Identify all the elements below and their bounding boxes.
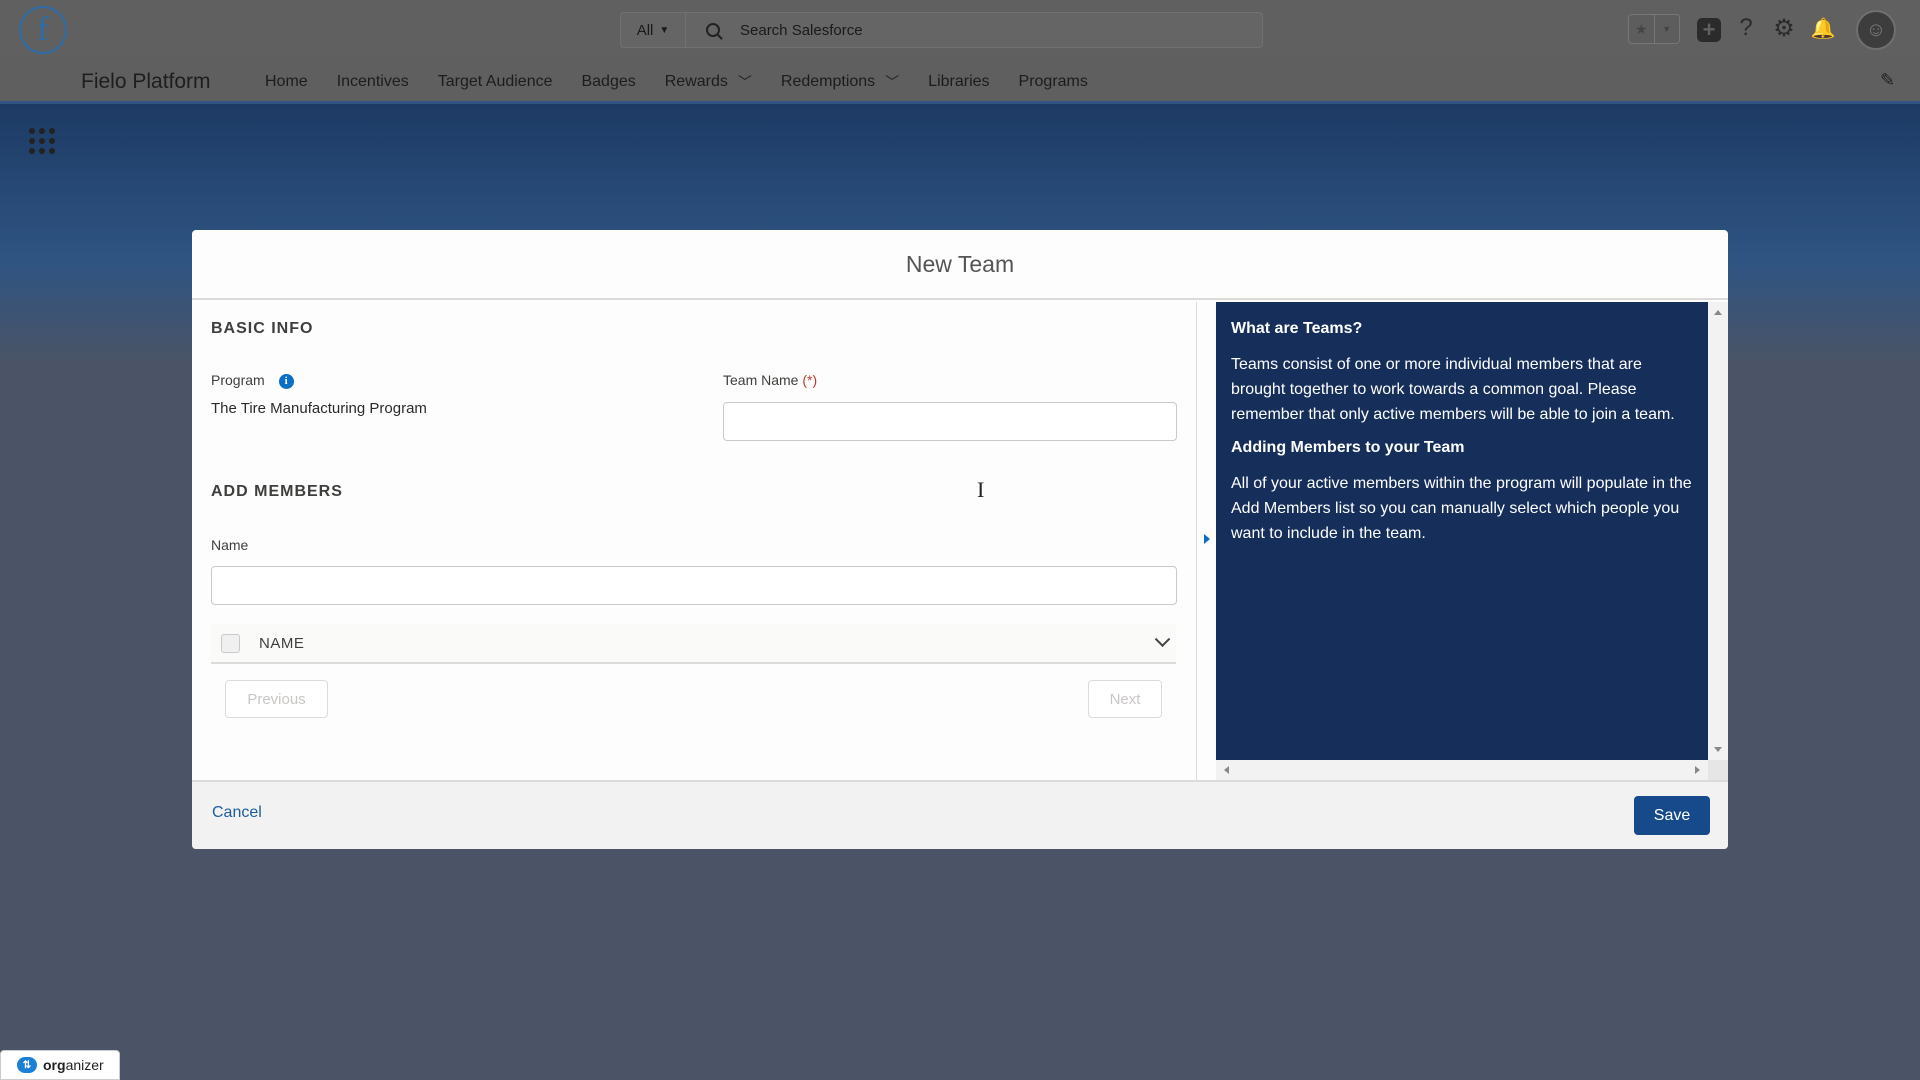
cancel-link[interactable]: Cancel (212, 804, 262, 822)
add-members-heading: ADD MEMBERS (211, 483, 343, 500)
app-navigation-bar: Fielo Platform Home Incentives Target Au… (0, 58, 1920, 154)
program-label: Program i (211, 372, 294, 389)
team-name-label-text: Team Name (723, 372, 799, 388)
nav-items: Home Incentives Target Audience Badges R… (265, 72, 1117, 92)
chevron-down-icon[interactable]: ﹀ (885, 72, 899, 92)
members-table-header: NAME (211, 624, 1176, 664)
nav-item-libraries[interactable]: Libraries (928, 73, 989, 91)
scroll-up-arrow-icon[interactable] (1714, 310, 1722, 315)
previous-button[interactable]: Previous (225, 680, 328, 718)
help-paragraph-adding-members: All of your active members within the pr… (1231, 475, 1692, 542)
chevron-down-icon[interactable]: ﹀ (738, 72, 752, 92)
select-all-checkbox[interactable] (221, 633, 240, 653)
organizer-label-bold: org (43, 1057, 66, 1073)
nav-item-home[interactable]: Home (265, 73, 308, 91)
organizer-logo-icon: ⇅ (17, 1057, 37, 1073)
name-filter-label: Name (211, 537, 249, 553)
program-label-text: Program (211, 372, 265, 388)
vertical-scrollbar[interactable] (1708, 302, 1728, 760)
nav-item-label: Redemptions (780, 73, 876, 90)
basic-info-heading: BASIC INFO (211, 320, 314, 337)
required-indicator: (*) (802, 372, 818, 388)
help-icon[interactable]: ? (1732, 14, 1760, 42)
nav-item-rewards[interactable]: Rewards ﹀ (665, 72, 752, 92)
nav-item-incentives[interactable]: Incentives (337, 73, 409, 91)
scroll-down-arrow-icon[interactable] (1714, 747, 1722, 752)
bell-icon[interactable]: 🔔 (1809, 14, 1837, 42)
nav-item-target-audience[interactable]: Target Audience (438, 73, 553, 91)
nav-item-label: Home (265, 73, 308, 90)
scroll-left-arrow-icon[interactable] (1224, 766, 1229, 774)
scrollbar-corner (1708, 760, 1728, 780)
nav-item-label: Libraries (928, 73, 990, 90)
app-name: Fielo Platform (81, 70, 211, 93)
program-value: The Tire Manufacturing Program (211, 400, 427, 417)
nav-item-redemptions[interactable]: Redemptions ﹀ (781, 72, 899, 92)
organizer-badge[interactable]: ⇅ organizer (0, 1050, 120, 1080)
modal-title: New Team (905, 250, 1015, 277)
team-name-label: Team Name (*) (723, 372, 817, 388)
app-launcher-icon[interactable] (29, 128, 55, 154)
nav-item-label: Target Audience (437, 73, 553, 90)
help-paragraph-teams: Teams consist of one or more individual … (1231, 356, 1675, 423)
chevron-down-icon[interactable] (1154, 630, 1171, 647)
info-icon[interactable]: i (278, 373, 294, 389)
favorites-group: ★ ▼ (1628, 14, 1680, 44)
modal-header: New Team (192, 230, 1728, 300)
organizer-label: organizer (43, 1057, 104, 1073)
scroll-right-arrow-icon[interactable] (1695, 766, 1700, 774)
modal-footer: Cancel Save (192, 780, 1728, 849)
fielo-logo[interactable]: f (19, 6, 67, 54)
organizer-label-rest: anizer (65, 1057, 104, 1073)
favorites-dropdown-icon[interactable]: ▼ (1653, 15, 1680, 43)
nav-item-label: Programs (1018, 73, 1088, 90)
column-header-name[interactable]: NAME (259, 635, 304, 652)
gear-icon[interactable]: ⚙ (1770, 14, 1798, 42)
expand-arrow-icon[interactable] (1204, 534, 1210, 544)
star-icon[interactable]: ★ (1629, 15, 1654, 43)
help-panel: What are Teams? Teams consist of one or … (1216, 302, 1708, 760)
edit-nav-pencil-icon[interactable]: ✎ (1880, 70, 1895, 91)
next-button[interactable]: Next (1088, 680, 1162, 718)
global-actions-plus-icon[interactable]: + (1697, 17, 1721, 42)
search-icon (706, 23, 720, 37)
search-scope-select[interactable]: All ▼ (620, 12, 686, 48)
help-heading-adding-members: Adding Members to your Team (1231, 439, 1465, 456)
nav-item-badges[interactable]: Badges (581, 73, 635, 91)
search-placeholder: Search Salesforce (740, 21, 863, 39)
member-name-search-input[interactable] (211, 566, 1177, 605)
search-scope-label: All (636, 21, 654, 39)
nav-item-programs[interactable]: Programs (1019, 73, 1088, 91)
team-name-input[interactable] (723, 402, 1177, 441)
nav-item-label: Incentives (336, 73, 409, 90)
avatar[interactable]: ☺ (1856, 10, 1896, 50)
help-heading-teams: What are Teams? (1231, 320, 1363, 337)
chevron-down-icon: ▼ (659, 24, 670, 36)
team-form: BASIC INFO Program i The Tire Manufacturi… (192, 302, 1196, 780)
text-cursor-icon: I (977, 477, 985, 502)
nav-item-label: Rewards (664, 73, 728, 90)
horizontal-scrollbar[interactable] (1216, 760, 1708, 780)
save-button[interactable]: Save (1634, 796, 1710, 835)
global-header: f All ▼ Search Salesforce ★ ▼ + ? ⚙ 🔔 ☺ (0, 0, 1920, 58)
global-search-input[interactable]: Search Salesforce (686, 12, 1263, 48)
new-team-modal: New Team BASIC INFO Program i The Tire Ma… (192, 230, 1728, 849)
nav-item-label: Badges (581, 73, 636, 90)
